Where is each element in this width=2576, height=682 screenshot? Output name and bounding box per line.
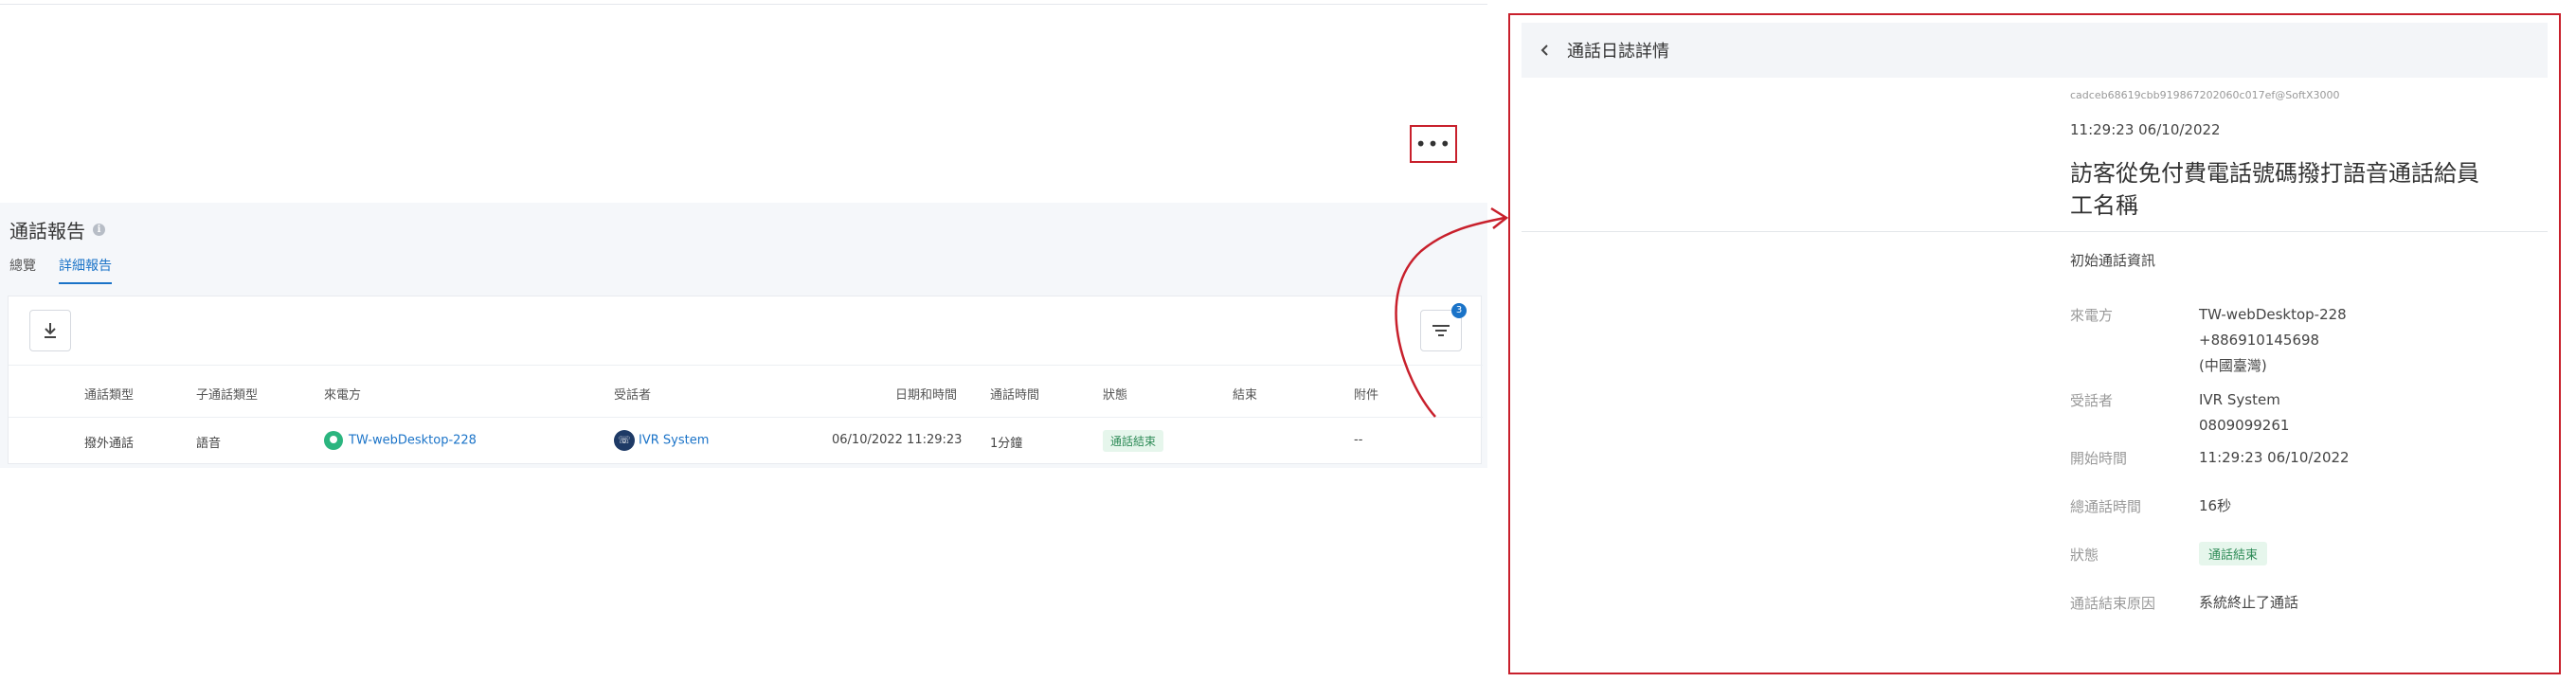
cell-duration: 1分鐘 bbox=[990, 437, 1023, 451]
report-table-card: 3 通話類型 子通話類型 來電方 受話者 日期和時間 通話時間 狀態 結束 附件… bbox=[8, 296, 1483, 465]
cell-caller[interactable]: TW-webDesktop-228 bbox=[324, 431, 477, 450]
cell-callee[interactable]: ☏ IVR System bbox=[614, 430, 709, 451]
call-time: 11:29:23 06/10/2022 bbox=[2070, 121, 2221, 138]
report-title-text: 通話報告 bbox=[9, 220, 85, 242]
detail-title: 通話日誌詳情 bbox=[1567, 42, 1669, 62]
info-icon[interactable]: i bbox=[93, 224, 105, 236]
callee-number: 0809099261 bbox=[2199, 417, 2290, 434]
col-call-type[interactable]: 通話類型 bbox=[84, 385, 134, 403]
annotation-arrow bbox=[1395, 206, 1509, 418]
col-ended[interactable]: 結束 bbox=[1233, 385, 1257, 403]
cell-attachment: -- bbox=[1354, 433, 1363, 447]
status-badge: 通話結束 bbox=[1103, 430, 1164, 452]
col-callee[interactable]: 受話者 bbox=[614, 385, 651, 403]
detail-status-badge: 通話結束 bbox=[2199, 542, 2268, 565]
tab-overview[interactable]: 總覽 bbox=[9, 256, 36, 284]
caller-label: 來電方 bbox=[2070, 307, 2114, 324]
total-duration-value: 16秒 bbox=[2199, 497, 2232, 514]
start-time-value: 11:29:23 06/10/2022 bbox=[2199, 449, 2350, 466]
chevron-left-icon[interactable] bbox=[1533, 39, 1556, 62]
end-reason-label: 通話結束原因 bbox=[2070, 595, 2156, 612]
total-duration-label: 總通話時間 bbox=[2070, 498, 2142, 515]
col-attachment[interactable]: 附件 bbox=[1354, 385, 1378, 403]
call-id: cadceb68619cbb919867202060c017ef@SoftX30… bbox=[2070, 89, 2340, 101]
download-button[interactable] bbox=[29, 310, 71, 351]
status-label: 狀態 bbox=[2070, 547, 2099, 564]
caller-name: TW-webDesktop-228 bbox=[2199, 306, 2347, 323]
table-header: 通話類型 子通話類型 來電方 受話者 日期和時間 通話時間 狀態 結束 附件 bbox=[9, 365, 1483, 418]
initial-call-info-heading: 初始通話資訊 bbox=[2070, 252, 2156, 269]
col-duration[interactable]: 通話時間 bbox=[990, 385, 1039, 403]
caller-number: +886910145698 bbox=[2199, 332, 2320, 349]
call-log-detail-panel: 通話日誌詳情 cadceb68619cbb919867202060c017ef@… bbox=[1508, 13, 2561, 674]
cell-sub-type: 語音 bbox=[196, 437, 222, 451]
cell-date-time: 06/10/2022 11:29:23 bbox=[832, 433, 963, 447]
cell-call-type: 撥外通話 bbox=[84, 437, 135, 451]
detail-header: 通話日誌詳情 bbox=[1522, 23, 2548, 78]
start-time-label: 開始時間 bbox=[2070, 450, 2128, 467]
more-actions-button[interactable]: ••• bbox=[1410, 125, 1457, 163]
callee-link[interactable]: IVR System bbox=[639, 434, 709, 448]
callee-name: IVR System bbox=[2199, 391, 2280, 408]
ivr-system-icon: ☏ bbox=[614, 430, 635, 451]
call-description: 訪客從免付費電話號碼撥打語音通話給員工名稱 bbox=[2070, 160, 2479, 219]
download-icon bbox=[45, 323, 56, 338]
col-caller[interactable]: 來電方 bbox=[324, 385, 361, 403]
cell-status: 通話結束 bbox=[1103, 430, 1164, 452]
more-icon: ••• bbox=[1414, 133, 1452, 155]
col-date-time[interactable]: 日期和時間 bbox=[895, 385, 957, 403]
end-reason-value: 系統終止了通話 bbox=[2199, 594, 2299, 611]
user-avatar-icon bbox=[324, 431, 343, 450]
tab-detailed-report[interactable]: 詳細報告 bbox=[59, 256, 112, 284]
callee-label: 受話者 bbox=[2070, 392, 2114, 409]
caller-region: (中國臺灣) bbox=[2199, 357, 2267, 374]
table-row[interactable]: 撥外通話 語音 TW-webDesktop-228 ☏ IVR System 06… bbox=[9, 418, 1483, 465]
detail-divider bbox=[1522, 231, 2548, 232]
caller-link[interactable]: TW-webDesktop-228 bbox=[349, 434, 477, 448]
report-title: 通話報告 i bbox=[9, 216, 105, 243]
top-divider bbox=[0, 4, 1487, 5]
col-status[interactable]: 狀態 bbox=[1103, 385, 1127, 403]
col-sub-call-type[interactable]: 子通話類型 bbox=[196, 385, 258, 403]
report-tabs: 總覽 詳細報告 bbox=[9, 256, 112, 284]
